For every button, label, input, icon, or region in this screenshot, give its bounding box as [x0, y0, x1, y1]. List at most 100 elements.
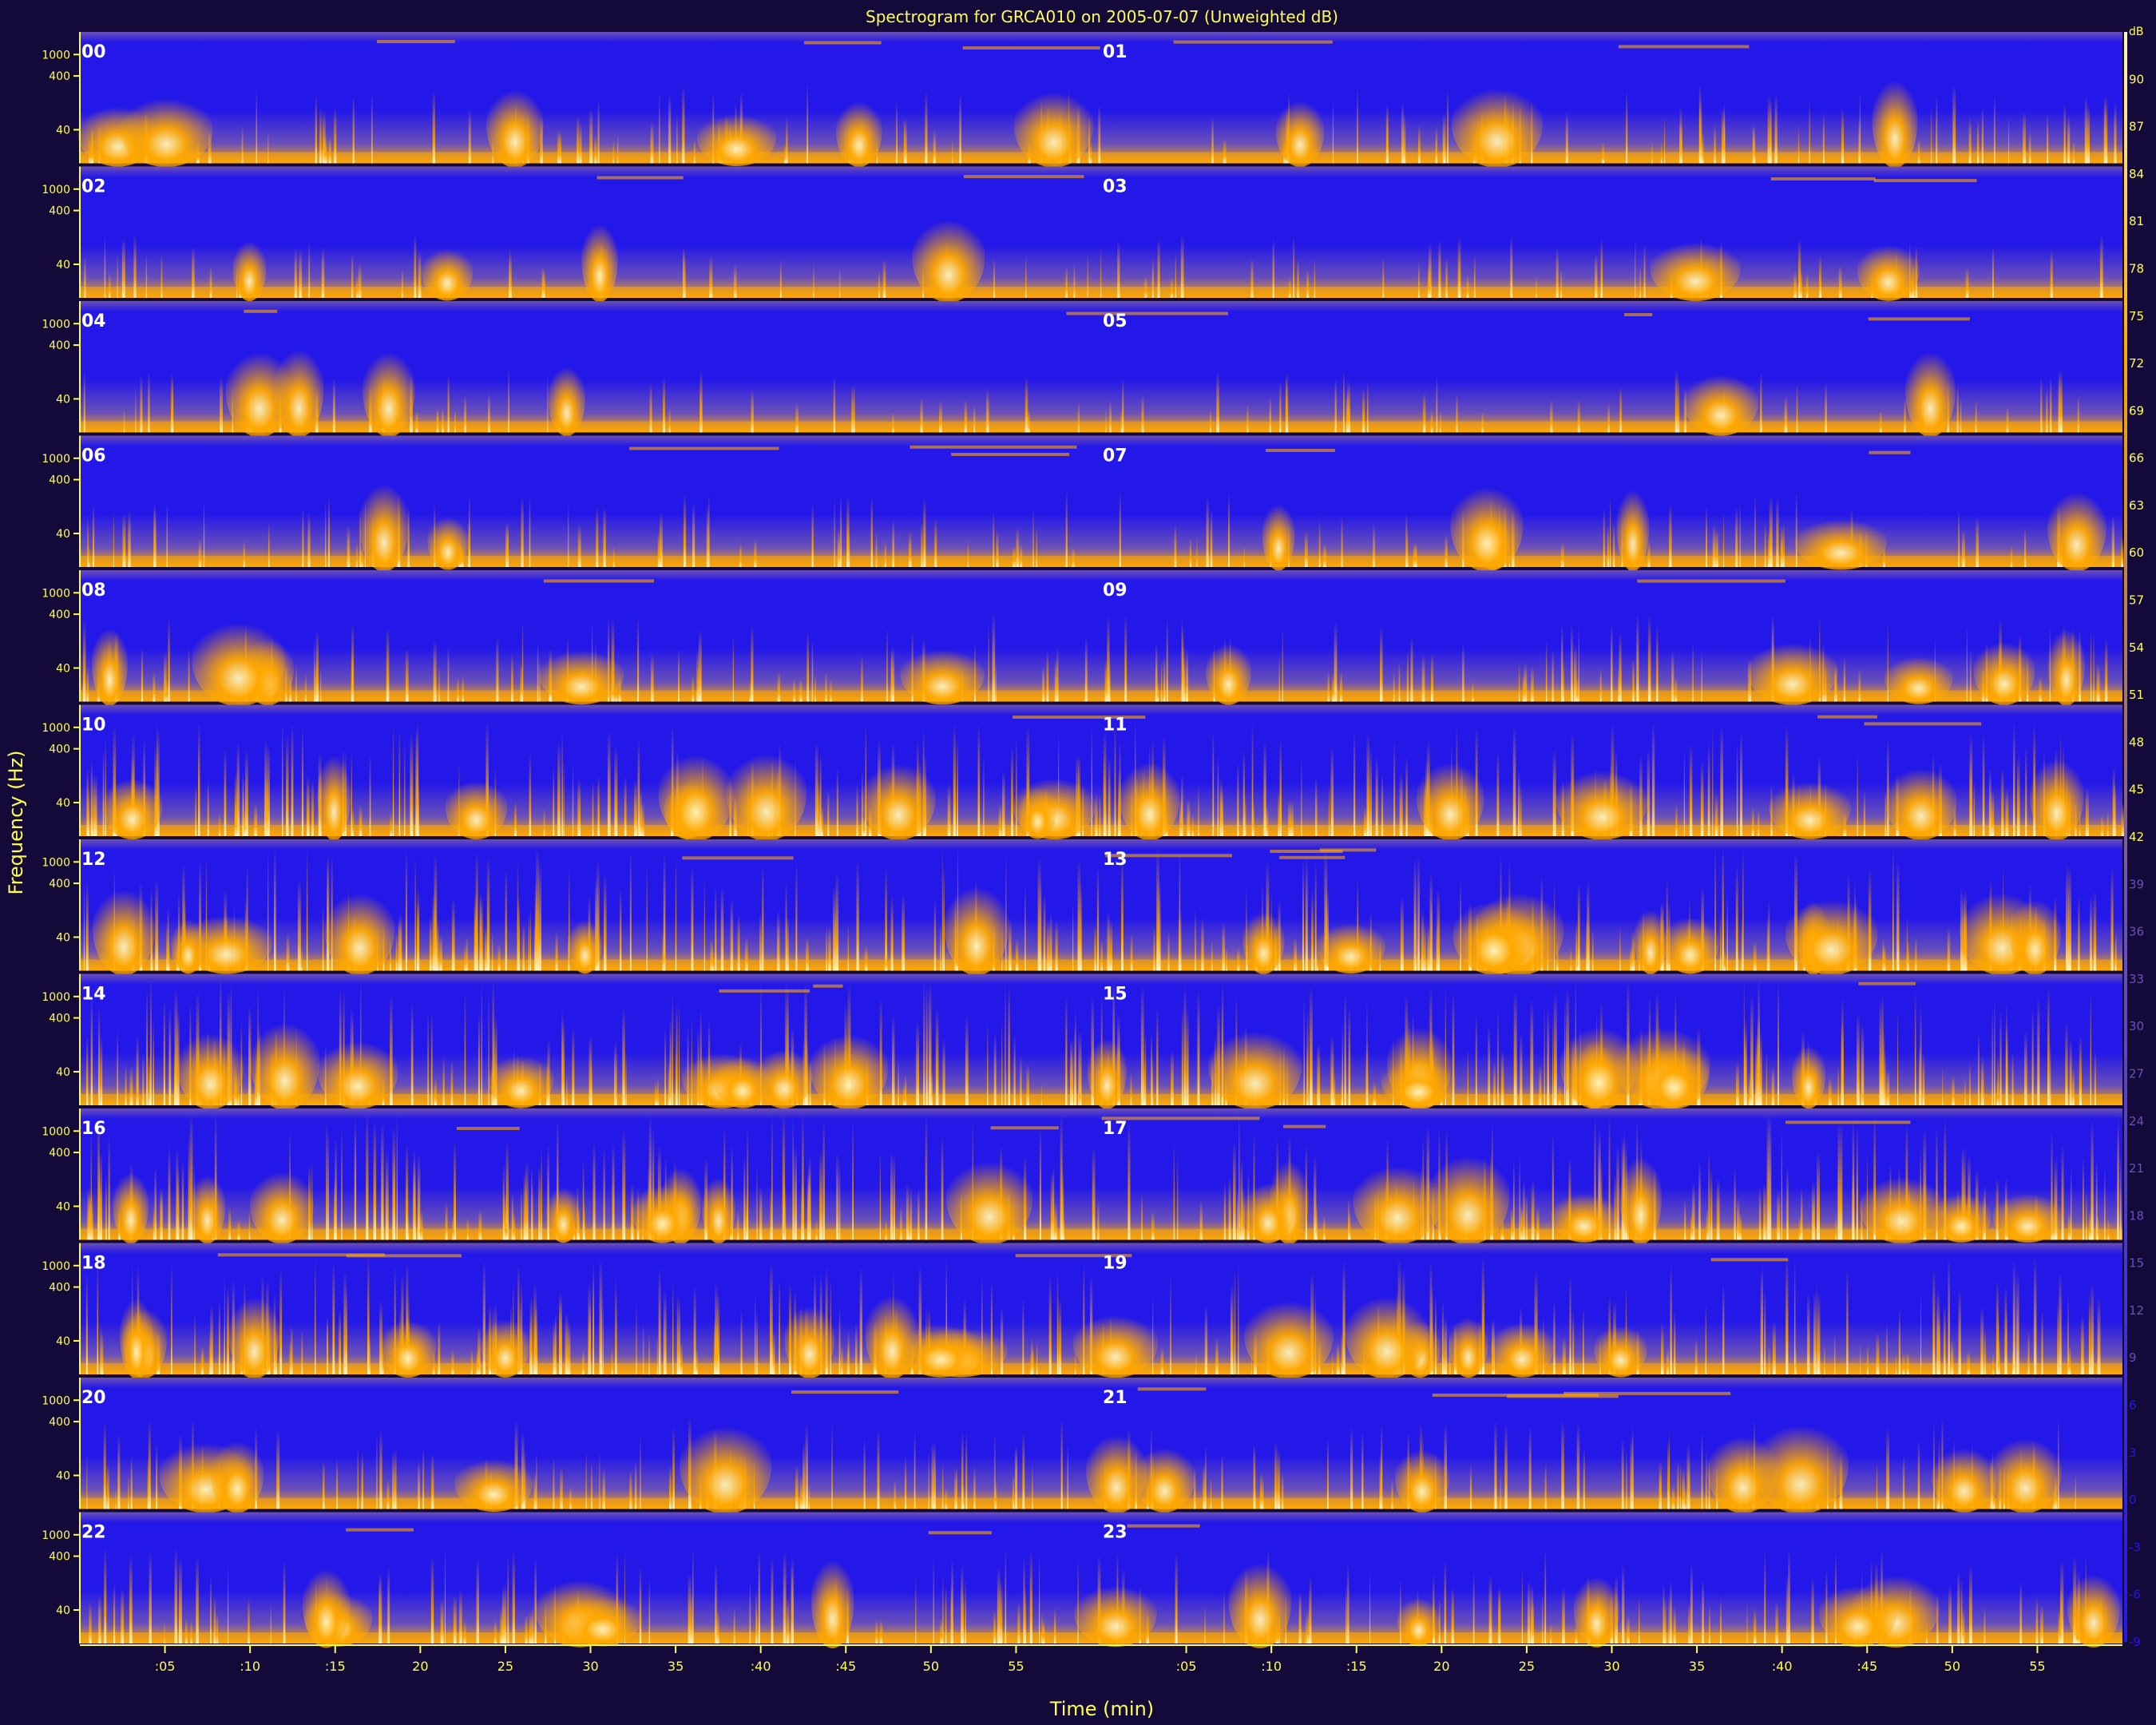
spectral-spike	[248, 1006, 250, 1105]
spectral-spike	[1753, 941, 1757, 971]
spectrogram-chart: Spectrogram for GRCA010 on 2005-07-07 (U…	[0, 0, 2156, 1725]
x-tick-label: 30	[582, 1659, 598, 1674]
spectral-spike	[916, 1021, 919, 1105]
spectral-spike	[1772, 1321, 1776, 1374]
spectral-spike	[1915, 937, 1917, 971]
call-blob	[427, 511, 469, 570]
spectral-spike	[625, 1051, 627, 1105]
x-tick-label: 30	[1603, 1659, 1619, 1674]
spectral-spike	[923, 981, 925, 1105]
spectral-spike	[538, 862, 541, 971]
spectral-spike	[155, 879, 159, 971]
spectral-spike	[417, 889, 419, 971]
spectral-spike	[327, 1318, 328, 1374]
call-blob	[481, 1313, 530, 1378]
spectral-spike	[2059, 1273, 2062, 1374]
spectral-spike	[553, 767, 555, 836]
spectral-spike	[289, 1340, 291, 1374]
spectral-spike	[1764, 1551, 1766, 1644]
spectral-spike	[756, 1312, 758, 1374]
hour-label: 21	[1103, 1388, 1128, 1408]
y-tick-label: 1000	[42, 587, 70, 600]
spectral-spike	[2047, 985, 2050, 1105]
colorbar-tick-label: 18	[2129, 1208, 2144, 1223]
spectral-spike	[218, 814, 221, 836]
colorbar-tick-label: 42	[2129, 830, 2144, 844]
spectral-spike	[1315, 776, 1318, 836]
tonal-line	[1869, 450, 1911, 454]
spectral-spike	[1015, 1444, 1017, 1509]
spectral-spike	[1576, 1422, 1580, 1509]
call-blob	[861, 755, 936, 841]
colorbar-tick-label: 69	[2129, 403, 2144, 418]
spectral-spike	[942, 1038, 945, 1105]
spectral-spike	[657, 531, 660, 567]
spectral-spike	[89, 546, 90, 567]
spectral-spike	[1107, 911, 1110, 971]
hour-label: 18	[81, 1254, 106, 1274]
spectral-spike	[1708, 1151, 1710, 1240]
spectrogram-row: 10 11100040040	[42, 704, 2125, 841]
colorbar-tick-label: 0	[2129, 1493, 2137, 1507]
call-blob	[1560, 1018, 1639, 1110]
call-blob	[581, 216, 618, 303]
spectral-spike	[283, 1560, 286, 1644]
spectral-spike	[347, 525, 351, 567]
spectral-spike	[1518, 663, 1520, 702]
tonal-line	[1770, 177, 1876, 180]
spectral-spike	[121, 1588, 125, 1644]
spectral-spike	[668, 93, 672, 164]
spectral-spike	[994, 1480, 997, 1509]
spectral-spike	[692, 1549, 694, 1644]
spectral-spike	[603, 1148, 605, 1240]
spectral-spike	[1531, 1180, 1535, 1240]
spectral-spike	[1527, 1580, 1531, 1644]
spectral-spike	[1223, 1590, 1225, 1644]
spectral-spike	[986, 388, 989, 433]
spectral-spike	[413, 1161, 416, 1240]
spectral-spike	[1233, 1141, 1236, 1240]
spectral-spike	[1456, 393, 1458, 433]
spectral-spike	[1660, 142, 1663, 164]
spectral-spike	[1984, 1606, 1986, 1644]
call-blob	[1747, 636, 1838, 705]
spectral-spike	[993, 258, 995, 298]
x-tick-label: 25	[1519, 1659, 1535, 1674]
call-blob	[2047, 483, 2106, 572]
spectral-spike	[1914, 989, 1916, 1105]
spectral-spike	[1347, 1564, 1349, 1644]
spectral-spike	[2016, 1271, 2019, 1374]
call-blob	[1018, 781, 1057, 839]
spectral-spike	[1886, 1428, 1890, 1509]
spectral-spike	[933, 1556, 934, 1644]
spectral-spike	[168, 1146, 171, 1240]
x-tick-label: :10	[240, 1659, 260, 1674]
spectral-spike	[967, 541, 969, 567]
spectral-spike	[1195, 910, 1196, 971]
spectral-spike	[334, 107, 337, 164]
spectral-spike	[1784, 395, 1788, 433]
spectral-spike	[2027, 1330, 2030, 1374]
spectral-spike	[1679, 1462, 1681, 1509]
tonal-line	[1137, 1387, 1207, 1391]
spectral-spike	[302, 508, 304, 567]
spectral-spike	[1719, 912, 1722, 971]
spectral-spike	[1237, 947, 1240, 971]
spectral-spike	[2071, 1068, 2075, 1105]
x-tick-label: 55	[2029, 1659, 2045, 1674]
spectral-spike	[1180, 235, 1184, 298]
spectral-spike	[1750, 1062, 1752, 1105]
spectrogram-rows: 00 0110004004002 0310004004004 051000400400…	[42, 32, 2125, 1649]
spectral-spike	[1015, 939, 1019, 971]
spectral-spike	[86, 767, 89, 836]
spectral-spike	[430, 1012, 433, 1105]
call-blob	[171, 914, 205, 974]
spectral-spike	[1706, 506, 1707, 567]
spectral-spike	[2121, 537, 2124, 567]
spectral-spike	[1382, 256, 1385, 298]
spectral-spike	[109, 273, 111, 298]
spectral-spike	[1736, 743, 1738, 836]
spectral-spike	[531, 1606, 534, 1644]
spectral-spike	[814, 674, 816, 702]
spectral-spike	[2040, 377, 2043, 433]
